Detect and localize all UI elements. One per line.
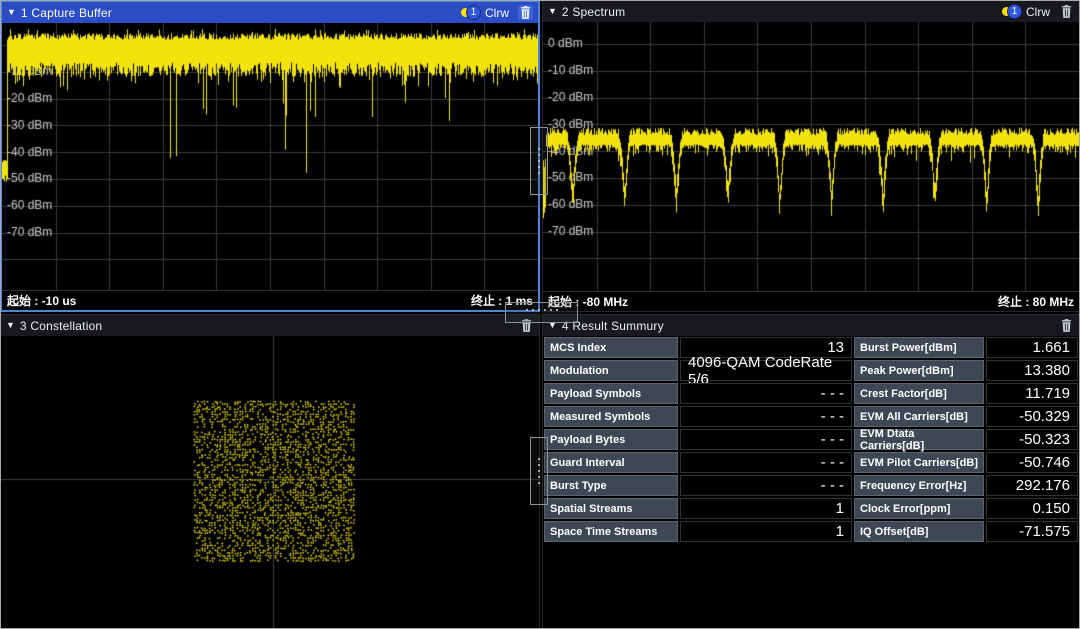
result-label-cell: Burst Type (544, 475, 678, 496)
result-label-cell: Measured Symbols (544, 406, 678, 427)
result-label-cell: EVM All Carriers[dB] (854, 406, 984, 427)
result-label-cell: Modulation (544, 360, 678, 381)
result-value-cell: - - - (680, 475, 852, 496)
titlebar-spectrum[interactable]: ▼ 2 Spectrum 1 Clrw (543, 1, 1079, 22)
spectrum-x-axis-bar: 起始 : -80 MHz 终止 : 80 MHz (543, 291, 1079, 311)
result-label-cell: Crest Factor[dB] (854, 383, 984, 404)
result-value-cell: 292.176 (986, 475, 1078, 496)
window-title: 2 Spectrum (562, 5, 625, 19)
result-value-cell: -50.323 (986, 429, 1078, 450)
titlebar-capture-buffer[interactable]: ▼ 1 Capture Buffer 1 Clrw (2, 2, 538, 23)
result-value-cell: 11.719 (986, 383, 1078, 404)
result-label-cell: MCS Index (544, 337, 678, 358)
constellation-plot-canvas[interactable] (1, 336, 539, 628)
result-label-cell: Clock Error[ppm] (854, 498, 984, 519)
trash-icon (1061, 5, 1072, 18)
result-value-cell: - - - (680, 406, 852, 427)
collapse-arrow-icon[interactable]: ▼ (548, 7, 557, 16)
window-constellation: ▼ 3 Constellation (0, 314, 540, 629)
result-value-cell: 1.661 (986, 337, 1078, 358)
result-label-cell: Space Time Streams (544, 521, 678, 542)
result-label-cell: EVM Pilot Carriers[dB] (854, 452, 984, 473)
spectrum-plot-canvas[interactable] (543, 22, 1079, 291)
trash-icon (520, 6, 531, 19)
result-value-cell: -50.746 (986, 452, 1078, 473)
window-capture-buffer: ▼ 1 Capture Buffer 1 Clrw 起始 : -10 us 终止… (0, 0, 540, 312)
result-value-cell: -50.329 (986, 406, 1078, 427)
capture-buffer-x-axis-bar: 起始 : -10 us 终止 : 1 ms (2, 290, 538, 310)
x-axis-start-label: 起始 : -10 us (7, 292, 76, 309)
result-label-cell: Payload Bytes (544, 429, 678, 450)
result-label-cell: Payload Symbols (544, 383, 678, 404)
trash-icon (1061, 319, 1072, 332)
result-value-cell: 1 (680, 498, 852, 519)
delete-window-button[interactable] (1059, 4, 1074, 19)
trace-number-badge: 1 (466, 5, 481, 20)
spectrum-plot-area[interactable] (543, 22, 1079, 291)
result-summary-table: MCS Index13Burst Power[dBm]1.661Modulati… (544, 337, 1078, 542)
capture-buffer-plot-area[interactable] (2, 23, 538, 290)
constellation-plot-area[interactable] (1, 336, 539, 628)
result-label-cell: IQ Offset[dB] (854, 521, 984, 542)
titlebar-constellation[interactable]: ▼ 3 Constellation (1, 315, 539, 336)
result-label-cell: Spatial Streams (544, 498, 678, 519)
window-title: 1 Capture Buffer (21, 6, 112, 20)
splitter-handle-vertical-bottom[interactable] (530, 437, 548, 505)
result-value-cell: 4096-QAM CodeRate 5/6 (680, 360, 852, 381)
trace-mode-label: Clrw (1026, 5, 1050, 19)
result-label-cell: Guard Interval (544, 452, 678, 473)
capture-buffer-plot-canvas[interactable] (2, 23, 538, 290)
result-value-cell: - - - (680, 452, 852, 473)
splitter-handle-vertical-top[interactable] (530, 127, 548, 195)
collapse-arrow-icon[interactable]: ▼ (7, 8, 16, 17)
trace-indicator[interactable]: 1 Clrw (461, 5, 509, 20)
titlebar-result-summary[interactable]: ▼ 4 Result Summury (543, 315, 1079, 336)
trace-indicator[interactable]: 1 Clrw (1002, 4, 1050, 19)
splitter-handle-horizontal-center[interactable] (505, 302, 578, 323)
result-value-cell: -71.575 (986, 521, 1078, 542)
result-value-cell: - - - (680, 429, 852, 450)
result-label-cell: Peak Power[dBm] (854, 360, 984, 381)
delete-window-button[interactable] (518, 5, 533, 20)
result-value-cell: 13.380 (986, 360, 1078, 381)
window-spectrum: ▼ 2 Spectrum 1 Clrw 起始 : -80 MHz 终止 : 80… (542, 0, 1080, 312)
result-value-cell: - - - (680, 383, 852, 404)
window-title: 3 Constellation (20, 319, 102, 333)
collapse-arrow-icon[interactable]: ▼ (6, 321, 15, 330)
window-result-summary: ▼ 4 Result Summury MCS Index13Burst Powe… (542, 314, 1080, 629)
result-value-cell: 1 (680, 521, 852, 542)
result-label-cell: Frequency Error[Hz] (854, 475, 984, 496)
result-label-cell: Burst Power[dBm] (854, 337, 984, 358)
trace-number-badge: 1 (1007, 4, 1022, 19)
delete-window-button[interactable] (1059, 318, 1074, 333)
result-value-cell: 0.150 (986, 498, 1078, 519)
trace-mode-label: Clrw (485, 6, 509, 20)
x-axis-stop-label: 终止 : 80 MHz (998, 293, 1074, 310)
result-label-cell: EVM Dtata Carriers[dB] (854, 429, 984, 450)
